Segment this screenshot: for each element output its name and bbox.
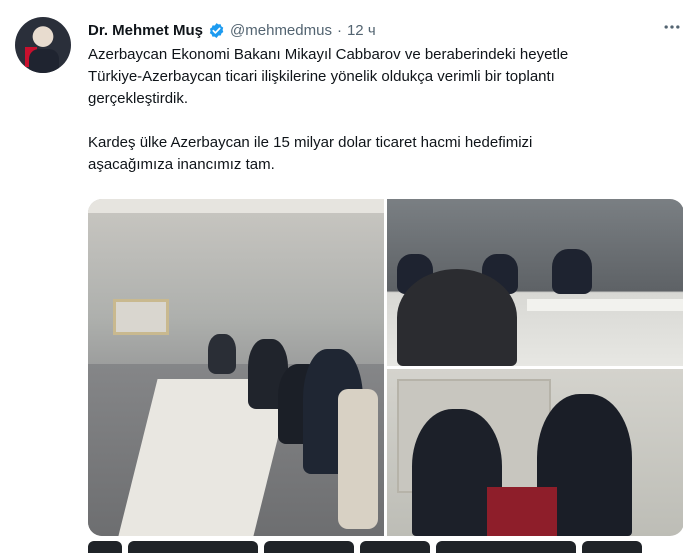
tweet-card[interactable]: Dr. Mehmet Muş @mehmedmus · 12 ч Azerbay…	[0, 0, 700, 553]
photo-delegation-table[interactable]	[387, 199, 683, 366]
photo-meeting-room[interactable]	[88, 199, 384, 536]
separator-dot: ·	[336, 21, 342, 39]
tweet-paragraph-2: Kardeş ülke Azerbaycan ile 15 milyar dol…	[88, 134, 533, 173]
verified-badge-icon	[209, 22, 224, 38]
next-tweet-text-cutoff	[88, 541, 684, 553]
author-handle[interactable]: @mehmedmus	[230, 22, 332, 39]
tweet-paragraph-1: Azerbaycan Ekonomi Bakanı Mikayıl Cabbar…	[88, 46, 569, 107]
author-name[interactable]: Dr. Mehmet Muş	[88, 22, 203, 39]
avatar-figure	[29, 49, 59, 73]
tweet-media-grid	[88, 199, 684, 536]
tweet-header: Dr. Mehmet Muş @mehmedmus · 12 ч	[88, 19, 376, 41]
tweet-timestamp[interactable]: 12 ч	[347, 22, 376, 39]
more-options-icon[interactable]	[662, 17, 682, 42]
tweet-text: Azerbaycan Ekonomi Bakanı Mikayıl Cabbar…	[88, 44, 678, 176]
photo-handshake[interactable]	[387, 369, 683, 536]
avatar[interactable]	[15, 17, 71, 73]
